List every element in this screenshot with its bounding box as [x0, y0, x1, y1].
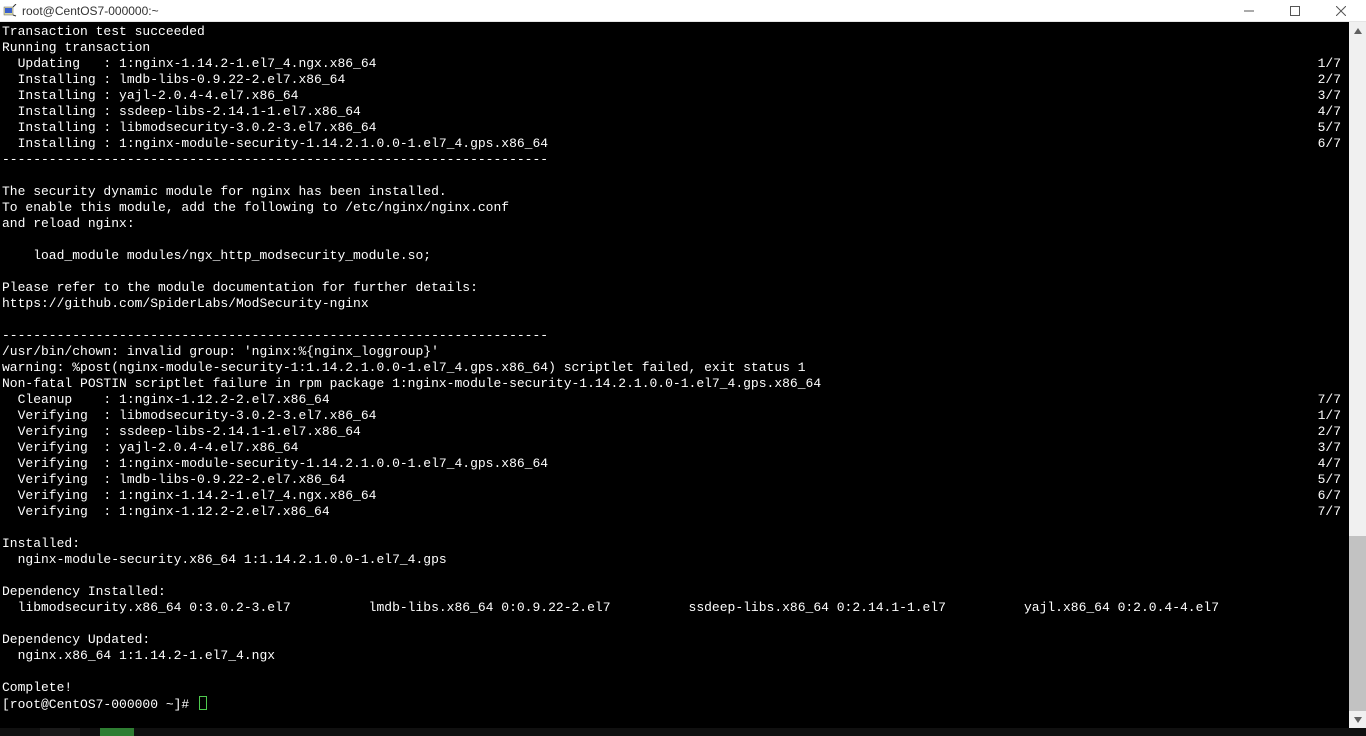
- chevron-down-icon: [1354, 717, 1362, 723]
- terminal-line: Verifying : libmodsecurity-3.0.2-3.el7.x…: [2, 408, 1347, 424]
- taskbar-taskview[interactable]: [80, 728, 100, 736]
- minimize-icon: [1244, 6, 1254, 16]
- terminal-line: Cleanup : 1:nginx-1.12.2-2.el7.x86_647/7: [2, 392, 1347, 408]
- terminal-line: To enable this module, add the following…: [2, 200, 1347, 216]
- window-title: root@CentOS7-000000:~: [22, 4, 159, 18]
- terminal-line: [2, 616, 1347, 632]
- terminal-line: Installing : libmodsecurity-3.0.2-3.el7.…: [2, 120, 1347, 136]
- terminal-line: Installing : lmdb-libs-0.9.22-2.el7.x86_…: [2, 72, 1347, 88]
- terminal-line: Complete!: [2, 680, 1347, 696]
- terminal-line: nginx.x86_64 1:1.14.2-1.el7_4.ngx: [2, 648, 1347, 664]
- chevron-up-icon: [1354, 28, 1362, 34]
- terminal-line: Verifying : ssdeep-libs-2.14.1-1.el7.x86…: [2, 424, 1347, 440]
- terminal-line: https://github.com/SpiderLabs/ModSecurit…: [2, 296, 1347, 312]
- terminal-line: [2, 264, 1347, 280]
- terminal-line: Installing : yajl-2.0.4-4.el7.x86_643/7: [2, 88, 1347, 104]
- terminal-line: Transaction test succeeded: [2, 24, 1347, 40]
- terminal-line: Installing : ssdeep-libs-2.14.1-1.el7.x8…: [2, 104, 1347, 120]
- taskbar-tray[interactable]: [1246, 728, 1366, 736]
- terminal-line: Running transaction: [2, 40, 1347, 56]
- scroll-down-button[interactable]: [1349, 711, 1366, 728]
- terminal[interactable]: Transaction test succeededRunning transa…: [0, 22, 1349, 728]
- terminal-line: Non-fatal POSTIN scriptlet failure in rp…: [2, 376, 1347, 392]
- terminal-line: and reload nginx:: [2, 216, 1347, 232]
- taskbar[interactable]: [0, 728, 1366, 736]
- terminal-line: warning: %post(nginx-module-security-1:1…: [2, 360, 1347, 376]
- taskbar-start[interactable]: [0, 728, 40, 736]
- terminal-line: ----------------------------------------…: [2, 328, 1347, 344]
- taskbar-app-active[interactable]: [100, 728, 134, 736]
- cursor: [199, 696, 207, 710]
- terminal-line: ----------------------------------------…: [2, 152, 1347, 168]
- scrollbar-track[interactable]: [1349, 39, 1366, 711]
- terminal-line: Installed:: [2, 536, 1347, 552]
- terminal-line: Installing : 1:nginx-module-security-1.1…: [2, 136, 1347, 152]
- app-icon: [2, 3, 18, 19]
- terminal-line: [2, 520, 1347, 536]
- minimize-button[interactable]: [1226, 0, 1272, 22]
- client-area: Transaction test succeededRunning transa…: [0, 22, 1366, 728]
- maximize-icon: [1290, 6, 1300, 16]
- taskbar-fill: [134, 728, 1246, 736]
- terminal-line: Updating : 1:nginx-1.14.2-1.el7_4.ngx.x8…: [2, 56, 1347, 72]
- terminal-line: Verifying : 1:nginx-module-security-1.14…: [2, 456, 1347, 472]
- terminal-line: [2, 168, 1347, 184]
- putty-window: root@CentOS7-000000:~ Transaction test s…: [0, 0, 1366, 736]
- terminal-line: /usr/bin/chown: invalid group: 'nginx:%{…: [2, 344, 1347, 360]
- terminal-line: Dependency Updated:: [2, 632, 1347, 648]
- terminal-line: [2, 312, 1347, 328]
- terminal-line: [2, 232, 1347, 248]
- terminal-line: Verifying : lmdb-libs-0.9.22-2.el7.x86_6…: [2, 472, 1347, 488]
- taskbar-search[interactable]: [40, 728, 80, 736]
- scrollbar-thumb[interactable]: [1349, 536, 1366, 711]
- terminal-line: load_module modules/ngx_http_modsecurity…: [2, 248, 1347, 264]
- titlebar[interactable]: root@CentOS7-000000:~: [0, 0, 1366, 22]
- close-button[interactable]: [1318, 0, 1364, 22]
- terminal-line: The security dynamic module for nginx ha…: [2, 184, 1347, 200]
- scroll-up-button[interactable]: [1349, 22, 1366, 39]
- terminal-line: [2, 568, 1347, 584]
- terminal-line: Verifying : yajl-2.0.4-4.el7.x86_643/7: [2, 440, 1347, 456]
- vertical-scrollbar[interactable]: [1349, 22, 1366, 728]
- terminal-line: Verifying : 1:nginx-1.12.2-2.el7.x86_647…: [2, 504, 1347, 520]
- terminal-line: [2, 664, 1347, 680]
- terminal-line: Dependency Installed:: [2, 584, 1347, 600]
- maximize-button[interactable]: [1272, 0, 1318, 22]
- terminal-line: libmodsecurity.x86_64 0:3.0.2-3.el7 lmdb…: [2, 600, 1347, 616]
- terminal-line: Please refer to the module documentation…: [2, 280, 1347, 296]
- terminal-line: Verifying : 1:nginx-1.14.2-1.el7_4.ngx.x…: [2, 488, 1347, 504]
- prompt-line[interactable]: [root@CentOS7-000000 ~]#: [2, 696, 1347, 713]
- terminal-line: nginx-module-security.x86_64 1:1.14.2.1.…: [2, 552, 1347, 568]
- close-icon: [1336, 6, 1346, 16]
